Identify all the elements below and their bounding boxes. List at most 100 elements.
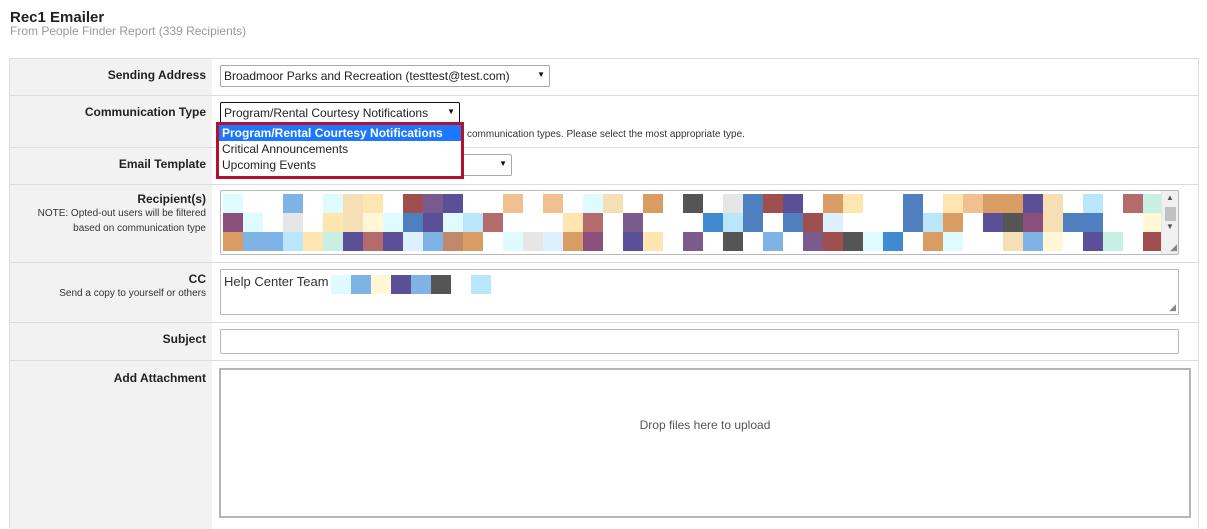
recipients-note: NOTE: Opted-out users will be filtered b… bbox=[37, 208, 206, 234]
subject-input[interactable] bbox=[220, 329, 1179, 354]
recipient-chip bbox=[243, 232, 263, 251]
recipient-chip bbox=[443, 213, 463, 232]
cc-chip bbox=[431, 275, 451, 294]
cc-label-cell: CC Send a copy to yourself or others bbox=[10, 263, 212, 322]
recipient-chip bbox=[1023, 194, 1043, 213]
recipient-chip bbox=[763, 194, 783, 213]
recipient-chip bbox=[923, 232, 943, 251]
cc-value: Help Center Team bbox=[224, 274, 329, 289]
recipient-chip bbox=[743, 213, 763, 232]
recipient-chip bbox=[803, 232, 823, 251]
sending-address-select[interactable]: Broadmoor Parks and Recreation (testtest… bbox=[220, 65, 550, 87]
recipient-chip bbox=[983, 194, 1003, 213]
email-template-label: Email Template bbox=[118, 157, 206, 171]
recipient-chip bbox=[1003, 232, 1023, 251]
scroll-up-icon[interactable]: ▲ bbox=[1166, 193, 1174, 202]
communication-type-hint: communication types. Please select the m… bbox=[467, 129, 745, 140]
dropdown-option[interactable]: Critical Announcements bbox=[219, 141, 461, 157]
recipient-chip bbox=[583, 232, 603, 251]
sending-address-label-cell: Sending Address bbox=[10, 59, 212, 95]
scroll-down-icon[interactable]: ▼ bbox=[1166, 222, 1174, 231]
recipient-chip bbox=[543, 194, 563, 213]
recipient-chip bbox=[343, 194, 363, 213]
recipient-chip bbox=[1023, 213, 1043, 232]
cc-row: CC Send a copy to yourself or others Hel… bbox=[10, 263, 1198, 323]
recipient-chip bbox=[483, 213, 503, 232]
recipient-chip bbox=[403, 232, 423, 251]
subject-label-cell: Subject bbox=[10, 323, 212, 360]
recipient-chip bbox=[423, 194, 443, 213]
cc-field[interactable]: Help Center Team ◢ bbox=[220, 269, 1179, 315]
recipient-chip bbox=[343, 232, 363, 251]
recipient-chip bbox=[683, 232, 703, 251]
recipient-chip bbox=[1103, 232, 1123, 251]
recipient-chip bbox=[1143, 232, 1163, 251]
email-template-row: Email Template ▼ bbox=[10, 148, 1198, 185]
recipient-chip bbox=[623, 213, 643, 232]
recipient-chip bbox=[723, 232, 743, 251]
recipient-chip bbox=[943, 213, 963, 232]
recipient-chip bbox=[683, 194, 703, 213]
cc-chip bbox=[471, 275, 491, 294]
recipient-chip bbox=[1023, 232, 1043, 251]
recipient-chip bbox=[1083, 213, 1103, 232]
recipient-chip bbox=[583, 213, 603, 232]
communication-type-label: Communication Type bbox=[84, 105, 206, 119]
recipient-chip bbox=[423, 232, 443, 251]
recipient-chip bbox=[403, 194, 423, 213]
communication-type-select[interactable]: Program/Rental Courtesy Notifications ▼ bbox=[220, 102, 460, 124]
recipient-chip bbox=[823, 213, 843, 232]
recipient-chip bbox=[463, 213, 483, 232]
cc-chip bbox=[391, 275, 411, 294]
recipient-chip bbox=[803, 213, 823, 232]
communication-type-dropdown: Program/Rental Courtesy Notifications Cr… bbox=[216, 122, 464, 179]
chevron-down-icon: ▼ bbox=[537, 70, 545, 79]
recipient-chip bbox=[503, 232, 523, 251]
recipient-chip bbox=[443, 232, 463, 251]
recipient-chip bbox=[323, 213, 343, 232]
recipient-chip bbox=[1003, 194, 1023, 213]
recipient-chip bbox=[763, 232, 783, 251]
recipient-chip bbox=[603, 194, 623, 213]
attachment-label-cell: Add Attachment bbox=[10, 361, 212, 529]
email-template-label-cell: Email Template bbox=[10, 148, 212, 184]
recipient-chip bbox=[363, 194, 383, 213]
recipient-chip bbox=[643, 194, 663, 213]
recipient-chip bbox=[223, 194, 243, 213]
recipients-field[interactable]: ▲ ▼ ◢ bbox=[220, 190, 1179, 255]
recipients-row: Recipient(s) NOTE: Opted-out users will … bbox=[10, 185, 1198, 263]
dropdown-option[interactable]: Program/Rental Courtesy Notifications bbox=[219, 125, 461, 141]
recipient-chip bbox=[883, 232, 903, 251]
resize-grip-icon[interactable]: ◢ bbox=[1170, 243, 1177, 252]
subject-label: Subject bbox=[162, 332, 206, 346]
sending-address-row: Sending Address Broadmoor Parks and Recr… bbox=[10, 59, 1198, 96]
recipient-chip bbox=[623, 232, 643, 251]
sending-address-label: Sending Address bbox=[107, 68, 206, 82]
subject-row: Subject bbox=[10, 323, 1198, 361]
sending-address-value: Broadmoor Parks and Recreation (testtest… bbox=[224, 69, 510, 83]
recipient-chip bbox=[303, 232, 323, 251]
recipient-chip bbox=[283, 194, 303, 213]
recipient-chip bbox=[843, 194, 863, 213]
scroll-thumb[interactable] bbox=[1165, 207, 1176, 221]
dropzone-text: Drop files here to upload bbox=[639, 418, 771, 432]
dropdown-option[interactable]: Upcoming Events bbox=[219, 157, 461, 173]
recipient-chip bbox=[703, 213, 723, 232]
recipient-chip bbox=[403, 213, 423, 232]
resize-grip-icon[interactable]: ◢ bbox=[1169, 303, 1176, 312]
communication-type-value: Program/Rental Courtesy Notifications bbox=[224, 106, 429, 120]
cc-chip bbox=[331, 275, 351, 294]
recipient-chip bbox=[583, 194, 603, 213]
recipient-chip bbox=[783, 213, 803, 232]
attachment-label: Add Attachment bbox=[113, 371, 206, 385]
recipient-chip bbox=[243, 213, 263, 232]
recipient-chip bbox=[843, 232, 863, 251]
recipient-chip bbox=[563, 213, 583, 232]
file-dropzone[interactable]: Drop files here to upload bbox=[219, 368, 1191, 518]
recipient-chip bbox=[943, 194, 963, 213]
chevron-down-icon: ▼ bbox=[499, 159, 507, 168]
recipient-chip bbox=[263, 232, 283, 251]
page-subtitle: From People Finder Report (339 Recipient… bbox=[10, 24, 247, 38]
recipient-chip bbox=[963, 194, 983, 213]
cc-chip bbox=[411, 275, 431, 294]
